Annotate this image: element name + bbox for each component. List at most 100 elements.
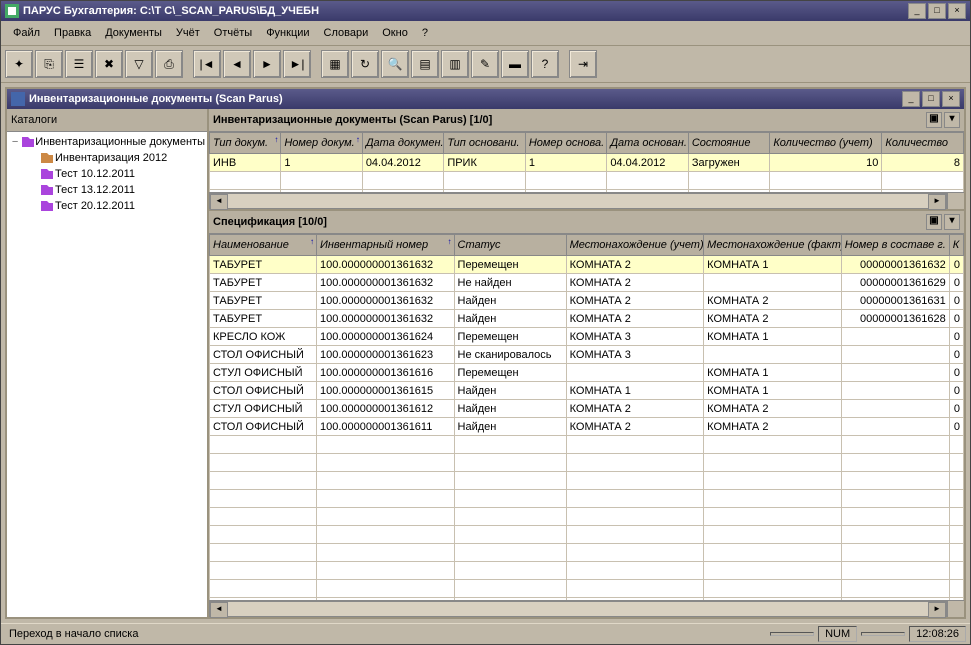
cell[interactable]: [841, 418, 949, 436]
cell[interactable]: Загружен: [688, 154, 770, 172]
cell[interactable]: [841, 400, 949, 418]
cell[interactable]: СТУЛ ОФИСНЫЙ: [210, 400, 317, 418]
cell[interactable]: КОМНАТА 2: [566, 274, 704, 292]
scroll-right-icon[interactable]: ►: [928, 602, 946, 618]
find-button[interactable]: 🔍: [381, 50, 409, 78]
cell[interactable]: [841, 364, 949, 382]
last-button[interactable]: ►|: [283, 50, 311, 78]
filter-button[interactable]: ▽: [125, 50, 153, 78]
cell[interactable]: КОМНАТА 2: [704, 418, 842, 436]
grid2-hscroll[interactable]: ◄►: [209, 600, 964, 617]
cell[interactable]: 100.000000001361615: [316, 382, 454, 400]
cell[interactable]: КОМНАТА 2: [566, 292, 704, 310]
grid1-expand-button[interactable]: ▣: [926, 112, 942, 128]
cell[interactable]: КОМНАТА 1: [704, 364, 842, 382]
menu-отчёты[interactable]: Отчёты: [208, 25, 258, 41]
cell[interactable]: ТАБУРЕТ: [210, 274, 317, 292]
column-header[interactable]: Номер докум.↑: [281, 133, 363, 154]
cell[interactable]: Найден: [454, 400, 566, 418]
refresh-button[interactable]: ↻: [351, 50, 379, 78]
cell[interactable]: ПРИК: [444, 154, 526, 172]
child-minimize-button[interactable]: _: [902, 91, 920, 107]
cell[interactable]: Найден: [454, 292, 566, 310]
grid2-expand-button[interactable]: ▣: [926, 214, 942, 230]
cell[interactable]: КОМНАТА 1: [704, 256, 842, 274]
cell[interactable]: 00000001361631: [841, 292, 949, 310]
cell[interactable]: 100.000000001361632: [316, 274, 454, 292]
cell[interactable]: СТОЛ ОФИСНЫЙ: [210, 346, 317, 364]
cell[interactable]: [566, 364, 704, 382]
cell[interactable]: 8: [882, 154, 964, 172]
cell[interactable]: КОМНАТА 1: [566, 382, 704, 400]
cell[interactable]: СТОЛ ОФИСНЫЙ: [210, 418, 317, 436]
table-row[interactable]: СТОЛ ОФИСНЫЙ100.000000001361623Не сканир…: [210, 346, 964, 364]
cell[interactable]: КОМНАТА 3: [566, 346, 704, 364]
cell[interactable]: КОМНАТА 2: [566, 418, 704, 436]
scroll-right-icon[interactable]: ►: [928, 194, 946, 210]
next-button[interactable]: ►: [253, 50, 281, 78]
cell[interactable]: КОМНАТА 3: [566, 328, 704, 346]
cell[interactable]: 0: [949, 256, 963, 274]
cell[interactable]: [841, 328, 949, 346]
table-row[interactable]: СТУЛ ОФИСНЫЙ100.000000001361612НайденКОМ…: [210, 400, 964, 418]
cell[interactable]: КОМНАТА 2: [704, 292, 842, 310]
table-row[interactable]: ТАБУРЕТ100.000000001361632НайденКОМНАТА …: [210, 292, 964, 310]
cell[interactable]: Не сканировалось: [454, 346, 566, 364]
column-header[interactable]: Количество: [882, 133, 964, 154]
table-row[interactable]: СТОЛ ОФИСНЫЙ100.000000001361615НайденКОМ…: [210, 382, 964, 400]
cell[interactable]: КОМНАТА 1: [704, 328, 842, 346]
props-button[interactable]: ☰: [65, 50, 93, 78]
cell[interactable]: 04.04.2012: [362, 154, 444, 172]
cell[interactable]: ТАБУРЕТ: [210, 310, 317, 328]
table-row[interactable]: СТОЛ ОФИСНЫЙ100.000000001361611НайденКОМ…: [210, 418, 964, 436]
close-button[interactable]: ×: [948, 3, 966, 19]
cell[interactable]: [704, 346, 842, 364]
cell[interactable]: 0: [949, 400, 963, 418]
column-header[interactable]: Количество (учет): [770, 133, 882, 154]
delete-button[interactable]: ✖: [95, 50, 123, 78]
cell[interactable]: Найден: [454, 310, 566, 328]
cell[interactable]: Не найден: [454, 274, 566, 292]
cell[interactable]: 100.000000001361616: [316, 364, 454, 382]
cell[interactable]: Найден: [454, 418, 566, 436]
child-close-button[interactable]: ×: [942, 91, 960, 107]
tree-item[interactable]: Инвентаризация 2012: [9, 150, 205, 166]
cell[interactable]: [841, 346, 949, 364]
cell[interactable]: 0: [949, 274, 963, 292]
tree-item[interactable]: Тест 20.12.2011: [9, 198, 205, 214]
cell[interactable]: 0: [949, 328, 963, 346]
column-header[interactable]: Местонахождение (факт): [704, 235, 842, 256]
cell[interactable]: 0: [949, 292, 963, 310]
prev-button[interactable]: ◄: [223, 50, 251, 78]
child-titlebar[interactable]: Инвентаризационные документы (Scan Parus…: [7, 89, 964, 109]
menu-функции[interactable]: Функции: [260, 25, 315, 41]
column-header[interactable]: Тип основани.: [444, 133, 526, 154]
cell[interactable]: КРЕСЛО КОЖ: [210, 328, 317, 346]
cell[interactable]: КОМНАТА 2: [704, 400, 842, 418]
column-header[interactable]: К: [949, 235, 963, 256]
tree-item[interactable]: Тест 13.12.2011: [9, 182, 205, 198]
cell[interactable]: СТОЛ ОФИСНЫЙ: [210, 382, 317, 400]
menu-окно[interactable]: Окно: [376, 25, 414, 41]
scroll-left-icon[interactable]: ◄: [210, 194, 228, 210]
cell[interactable]: 0: [949, 418, 963, 436]
minimize-button[interactable]: _: [908, 3, 926, 19]
cell[interactable]: 0: [949, 346, 963, 364]
print-button[interactable]: ⎙: [155, 50, 183, 78]
cell[interactable]: ТАБУРЕТ: [210, 292, 317, 310]
cell[interactable]: Перемещен: [454, 328, 566, 346]
column-header[interactable]: Номер в составе г.: [841, 235, 949, 256]
menu-словари[interactable]: Словари: [318, 25, 375, 41]
column-header[interactable]: Местонахождение (учет): [566, 235, 704, 256]
label-button[interactable]: ▬: [501, 50, 529, 78]
grid1-collapse-button[interactable]: ▾: [944, 112, 960, 128]
table-row[interactable]: ТАБУРЕТ100.000000001361632НайденКОМНАТА …: [210, 310, 964, 328]
scroll-left-icon[interactable]: ◄: [210, 602, 228, 618]
menu-документы[interactable]: Документы: [99, 25, 168, 41]
cell[interactable]: КОМНАТА 2: [566, 310, 704, 328]
cell[interactable]: ИНВ: [210, 154, 281, 172]
cell[interactable]: Перемещен: [454, 256, 566, 274]
cell[interactable]: 0: [949, 364, 963, 382]
table-row[interactable]: ТАБУРЕТ100.000000001361632ПеремещенКОМНА…: [210, 256, 964, 274]
chart-button[interactable]: ▥: [441, 50, 469, 78]
